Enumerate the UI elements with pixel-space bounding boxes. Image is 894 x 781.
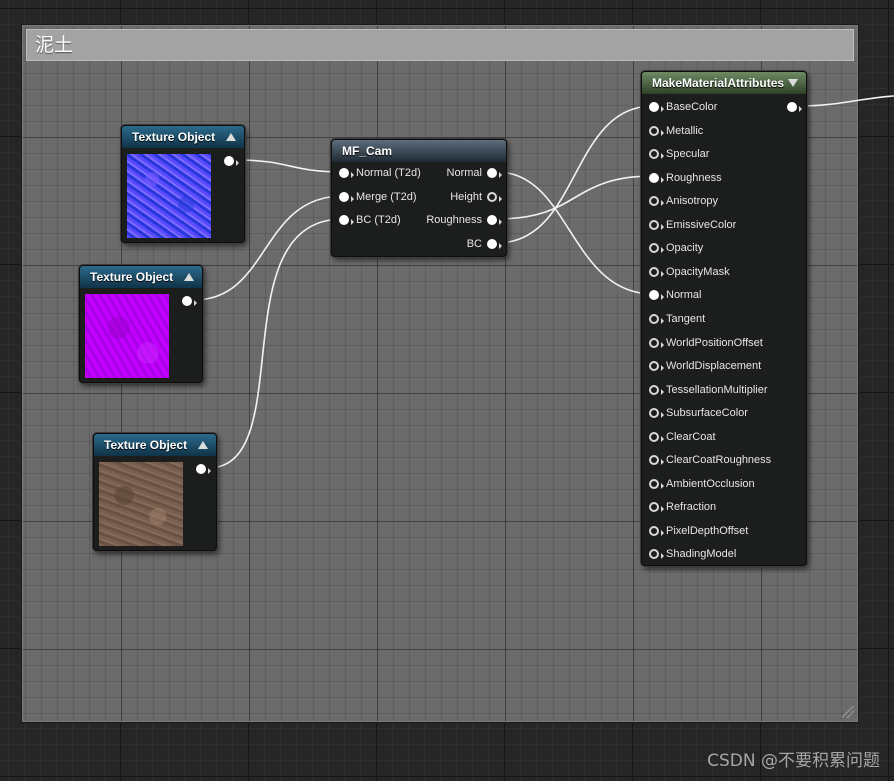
watermark: CSDN @不要积累问题: [707, 751, 880, 771]
output-pin[interactable]: [182, 296, 197, 306]
collapse-arrow-icon[interactable]: [788, 79, 798, 87]
input-label-anisotropy: Anisotropy: [666, 195, 718, 208]
input-pin-worldpositionoffset[interactable]: [649, 337, 664, 348]
input-label-subsurfacecolor: SubsurfaceColor: [666, 407, 748, 420]
input-label-emissivecolor: EmissiveColor: [666, 218, 737, 231]
node-header[interactable]: MakeMaterialAttributes: [642, 72, 806, 94]
input-pin-metallic[interactable]: [649, 125, 664, 136]
comment-title[interactable]: 泥土: [26, 29, 854, 61]
node-header[interactable]: MF_Cam: [332, 140, 506, 162]
input-label-ambientocclusion: AmbientOcclusion: [666, 477, 755, 490]
output-label-roughness: Roughness: [426, 214, 482, 226]
input-pin-clearcoat[interactable]: [649, 431, 664, 442]
output-label-bc: BC: [466, 238, 482, 250]
texture-thumbnail: [127, 154, 211, 238]
texture-object-node-3[interactable]: Texture Object: [93, 433, 217, 551]
input-pin-subsurfacecolor[interactable]: [649, 408, 664, 419]
input-label-bc: BC (T2d): [356, 214, 401, 226]
input-label-roughness: Roughness: [666, 171, 722, 184]
input-pin-anisotropy[interactable]: [649, 196, 664, 207]
input-pin-worlddisplacement[interactable]: [649, 361, 664, 372]
input-label-basecolor: BaseColor: [666, 101, 718, 113]
output-pin[interactable]: [196, 464, 211, 474]
output-pin-bc[interactable]: [487, 239, 502, 249]
collapse-arrow-icon[interactable]: [184, 273, 194, 281]
input-pin-basecolor[interactable]: [649, 102, 664, 112]
node-header[interactable]: Texture Object: [94, 434, 216, 456]
input-label-merge: Merge (T2d): [356, 191, 417, 203]
input-pin-pixeldepthoffset[interactable]: [649, 525, 664, 536]
input-pin-specular[interactable]: [649, 149, 664, 160]
input-pin-shadingmodel[interactable]: [649, 549, 664, 560]
input-label-opacitymask: OpacityMask: [666, 265, 730, 278]
input-label-worlddisplacement: WorldDisplacement: [666, 360, 762, 373]
input-pin-tangent[interactable]: [649, 313, 664, 324]
input-pin-emissivecolor[interactable]: [649, 219, 664, 230]
node-title: Texture Object: [104, 438, 188, 452]
texture-object-node-2[interactable]: Texture Object: [79, 265, 203, 383]
node-header[interactable]: Texture Object: [80, 266, 202, 288]
input-label-specular: Specular: [666, 148, 710, 161]
input-label-clearcoat: ClearCoat: [666, 430, 716, 443]
input-pin-normal[interactable]: [649, 290, 664, 301]
output-pin[interactable]: [787, 102, 802, 112]
make-material-attributes-node[interactable]: MakeMaterialAttributes BaseColor Metallic…: [641, 71, 807, 566]
input-label-clearcoatroughness: ClearCoatRoughness: [666, 454, 772, 467]
texture-thumbnail: [99, 462, 183, 546]
input-pin-roughness[interactable]: [649, 172, 664, 183]
node-title: MakeMaterialAttributes: [652, 76, 785, 90]
collapse-arrow-icon[interactable]: [226, 133, 236, 141]
node-header[interactable]: Texture Object: [122, 126, 244, 148]
input-pin-normal[interactable]: [339, 168, 354, 178]
node-title: Texture Object: [90, 270, 174, 284]
texture-object-node-1[interactable]: Texture Object: [121, 125, 245, 243]
input-pin-refraction[interactable]: [649, 502, 664, 513]
input-label-opacity: Opacity: [666, 242, 704, 255]
input-label-normal: Normal: [666, 289, 702, 302]
input-pin-merge[interactable]: [339, 192, 354, 202]
texture-thumbnail: [85, 294, 169, 378]
output-pin-height[interactable]: [487, 192, 502, 202]
output-pin-roughness[interactable]: [487, 215, 502, 225]
input-label-shadingmodel: ShadingModel: [666, 548, 737, 561]
input-pin-tessellationmultiplier[interactable]: [649, 384, 664, 395]
input-label-tessellationmultiplier: TessellationMultiplier: [666, 383, 768, 396]
input-pin-ambientocclusion[interactable]: [649, 478, 664, 489]
input-pin-opacitymask[interactable]: [649, 266, 664, 277]
mf-cam-node[interactable]: MF_Cam Normal (T2d) Merge (T2d) BC (T2d)…: [331, 139, 507, 257]
output-label-height: Height: [450, 191, 482, 203]
node-title: Texture Object: [132, 130, 216, 144]
input-pin-opacity[interactable]: [649, 243, 664, 254]
input-pin-clearcoatroughness[interactable]: [649, 455, 664, 466]
output-pin[interactable]: [224, 156, 239, 166]
collapse-arrow-icon[interactable]: [198, 441, 208, 449]
input-label-pixeldepthoffset: PixelDepthOffset: [666, 524, 749, 537]
input-label-metallic: Metallic: [666, 124, 704, 137]
input-label-normal: Normal (T2d): [356, 167, 421, 179]
output-label-normal: Normal: [446, 167, 482, 179]
input-label-refraction: Refraction: [666, 501, 717, 514]
input-pin-bc[interactable]: [339, 215, 354, 225]
input-label-worldpositionoffset: WorldPositionOffset: [666, 336, 763, 349]
input-label-tangent: Tangent: [666, 312, 706, 325]
resize-grip[interactable]: [842, 706, 854, 718]
output-pin-normal[interactable]: [487, 168, 502, 178]
